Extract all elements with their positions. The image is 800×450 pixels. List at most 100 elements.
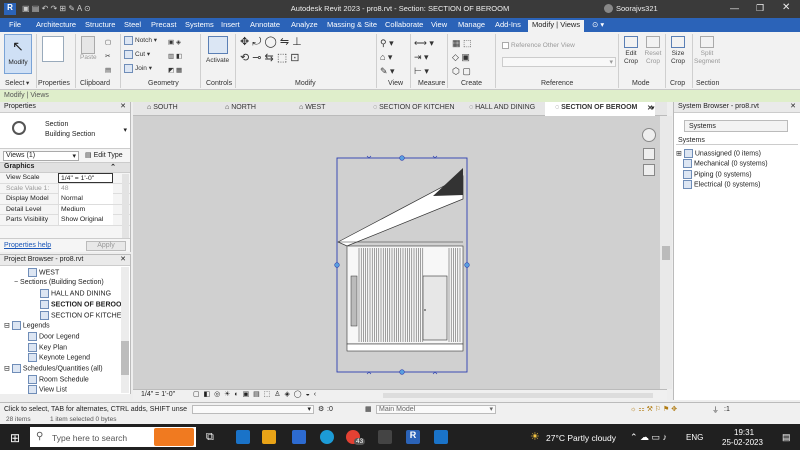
create-tools-icons[interactable]: ▦ ⬚ ◇ ▣ ⬡ ▢: [452, 36, 472, 78]
editing-icon[interactable]: ⚙: [318, 405, 324, 413]
system-tray-icons[interactable]: ⌃ ☁ ▭ ♪: [630, 432, 667, 443]
type-properties-button[interactable]: [42, 36, 64, 62]
edge-icon[interactable]: [320, 430, 334, 444]
system-item-unassigned[interactable]: ⊞ Unassigned (0 items): [676, 149, 761, 158]
tree-item-keynote-legend[interactable]: Keynote Legend: [28, 353, 90, 362]
zoom-icon[interactable]: [643, 148, 655, 160]
paste-button[interactable]: Paste: [80, 36, 97, 61]
prop-row-display-model[interactable]: Display Model Normal: [0, 194, 130, 205]
tab-manage[interactable]: Manage: [458, 20, 485, 29]
prop-value[interactable]: Normal: [58, 194, 113, 204]
panel-select[interactable]: Select: [5, 80, 24, 87]
view-scale-control[interactable]: 1/4" = 1'-0": [141, 391, 175, 398]
prop-row-detail-level[interactable]: Detail Level Medium: [0, 204, 130, 215]
tab-precast[interactable]: Precast: [151, 20, 176, 29]
reference-other-view-checkbox[interactable]: Reference Other View: [502, 42, 575, 49]
tree-item-section-of-kitchen[interactable]: SECTION OF KITCHEN: [40, 311, 126, 320]
view-control-icons[interactable]: ▢ ◧ ◎ ☀ ◐ ▣ ▤ ⬚ ♙ ◈ ◯ ◒ ‹: [193, 390, 317, 398]
pan-icon[interactable]: [643, 164, 655, 176]
design-option-dropdown[interactable]: Main Model ▾: [376, 405, 496, 414]
horizontal-scrollbar[interactable]: [383, 393, 653, 398]
modify-tools-icons[interactable]: ✥ ⤾ ◯ ⇋ ⊥ ⟲ ⊸ ⇆ ⬚ ⊡: [240, 34, 302, 66]
geometry-tools-icons[interactable]: ▣ ◈ ▥ ◧ ◩ ▦: [168, 36, 182, 78]
tab-steel[interactable]: Steel: [124, 20, 141, 29]
tab-systems[interactable]: Systems: [185, 20, 214, 29]
chevron-down-icon[interactable]: ▾: [651, 104, 655, 112]
drawing-canvas[interactable]: [133, 116, 660, 389]
revit-taskbar-icon[interactable]: R: [406, 430, 420, 444]
split-segment-button[interactable]: Split Segment: [694, 36, 720, 66]
prop-row-parts-visibility[interactable]: Parts Visibility Show Original: [0, 215, 130, 226]
tab-south[interactable]: ⌂ SOUTH: [137, 104, 178, 111]
reset-crop-button[interactable]: Reset Crop: [644, 36, 662, 66]
view-tools-icons[interactable]: ⚲ ▾ ⌂ ▾ ✎ ▾: [380, 36, 395, 78]
system-item-electrical[interactable]: Electrical (0 systems): [683, 180, 761, 189]
tab-modify-views[interactable]: Modify | Views: [528, 20, 585, 32]
windows-start-icon[interactable]: ⊞: [10, 431, 20, 445]
tree-item-key-plan[interactable]: Key Plan: [28, 343, 67, 352]
edit-type-button[interactable]: ▤ Edit Type: [85, 151, 123, 159]
system-item-mechanical[interactable]: Mechanical (0 systems): [683, 159, 768, 168]
maximize-button[interactable]: ❐: [756, 3, 764, 14]
edit-crop-button[interactable]: Edit Crop: [622, 36, 640, 66]
selection-filter-icons[interactable]: ☼ ⚏ ⚒ ⚐ ⚑ ✥: [630, 405, 677, 413]
app-icon-6[interactable]: [378, 430, 392, 444]
tree-group-schedules[interactable]: ⊟ Schedules/Quantities (all): [4, 364, 103, 373]
tab-structure[interactable]: Structure: [85, 20, 115, 29]
tree-group-sections[interactable]: − Sections (Building Section): [14, 279, 104, 286]
weather-text[interactable]: 27°C Partly cloudy: [546, 433, 616, 443]
tab-architecture[interactable]: Architecture: [36, 20, 76, 29]
properties-scrollbar[interactable]: [122, 174, 129, 238]
apply-button[interactable]: Apply: [86, 241, 126, 251]
tree-group-legends[interactable]: ⊟ Legends: [4, 321, 50, 330]
group-graphics[interactable]: Graphics ⌃: [0, 163, 130, 173]
instance-selector[interactable]: Views (1) ▾: [3, 151, 79, 161]
close-icon[interactable]: ✕: [120, 102, 126, 110]
workset-dropdown[interactable]: ▾: [192, 405, 314, 414]
task-view-icon[interactable]: ⧉: [206, 431, 214, 444]
clock-date[interactable]: 25-02-2023: [722, 438, 763, 447]
tree-item-room-schedule[interactable]: Room Schedule: [28, 375, 89, 384]
notch-button[interactable]: Notch ▾: [124, 36, 157, 45]
tree-item-view-list[interactable]: View List: [28, 385, 67, 394]
tree-item-hall-and-dining[interactable]: HALL AND DINING: [40, 289, 111, 298]
prop-row-view-scale[interactable]: View Scale 1/4" = 1'-0": [0, 173, 130, 184]
ribbon-toggle-icon[interactable]: ⊙ ▾: [592, 20, 604, 29]
properties-help-link[interactable]: Properties help: [4, 242, 51, 249]
copy-clipboard-icon[interactable]: ▢: [105, 38, 111, 46]
tab-add-ins[interactable]: Add-Ins: [495, 20, 521, 29]
user-name[interactable]: Soorajvs321: [616, 4, 658, 13]
activate-button[interactable]: Activate: [206, 36, 229, 64]
close-icon[interactable]: ✕: [790, 102, 796, 110]
tab-annotate[interactable]: Annotate: [250, 20, 280, 29]
tree-item-section-of-beroom[interactable]: SECTION OF BEROOM: [40, 300, 127, 309]
tab-insert[interactable]: Insert: [221, 20, 240, 29]
tab-section-of-beroom[interactable]: ◌ SECTION OF BEROOM ✕: [545, 102, 655, 116]
cut-clipboard-icon[interactable]: ✂: [105, 52, 110, 60]
app-icon-3[interactable]: [292, 430, 306, 444]
tab-section-of-kitchen[interactable]: ◌ SECTION OF KITCHEN: [363, 104, 455, 111]
join-button[interactable]: Join ▾: [124, 64, 152, 73]
cut-button[interactable]: Cut ▾: [124, 50, 150, 59]
filter-icon[interactable]: ⏚: [712, 405, 719, 415]
taskbar-search[interactable]: ⚲ Type here to search: [30, 427, 196, 447]
design-option-icon[interactable]: ▦: [365, 405, 372, 413]
tree-item-door-legend[interactable]: Door Legend: [28, 332, 79, 341]
tab-hall-and-dining[interactable]: ◌ HALL AND DINING: [459, 104, 535, 111]
project-browser-scrollbar[interactable]: [121, 267, 129, 393]
tab-view[interactable]: View: [431, 20, 447, 29]
app-icon-1[interactable]: [236, 430, 250, 444]
clock-time[interactable]: 19:31: [734, 428, 754, 437]
minimize-button[interactable]: —: [730, 3, 739, 13]
prop-value[interactable]: Show Original: [58, 215, 113, 225]
notifications-icon[interactable]: ▤: [782, 432, 791, 443]
size-crop-button[interactable]: Size Crop: [669, 36, 687, 66]
type-selector[interactable]: Section Building Section ▾: [0, 113, 130, 149]
prop-value[interactable]: 1/4" = 1'-0": [58, 173, 113, 183]
canvas-scrollbar[interactable]: [660, 116, 672, 389]
modify-tool-button[interactable]: ↖ Modify: [4, 34, 32, 74]
tab-massing-site[interactable]: Massing & Site: [327, 20, 377, 29]
language-indicator[interactable]: ENG: [686, 433, 703, 442]
tab-collaborate[interactable]: Collaborate: [385, 20, 423, 29]
system-item-piping[interactable]: Piping (0 systems): [683, 170, 752, 179]
